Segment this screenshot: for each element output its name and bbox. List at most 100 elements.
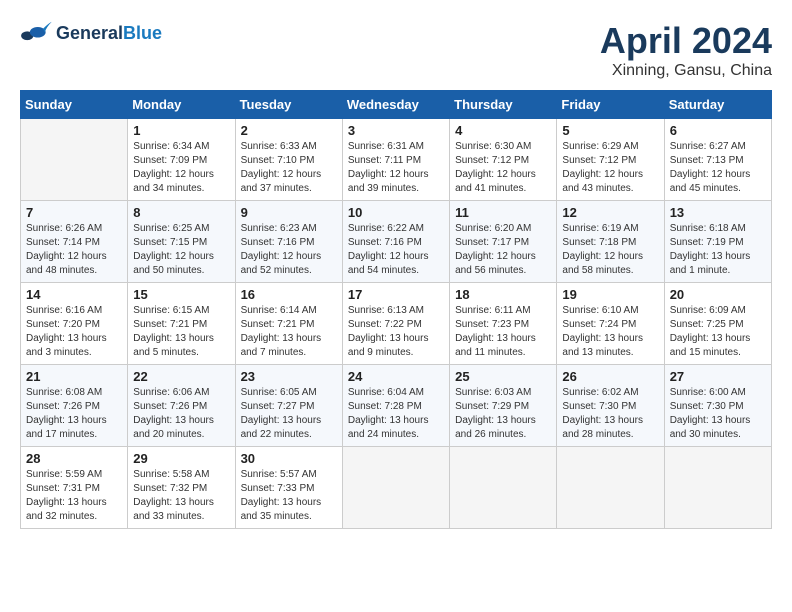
calendar-day: 18Sunrise: 6:11 AMSunset: 7:23 PMDayligh… [450,283,557,365]
day-info: Sunrise: 5:57 AMSunset: 7:33 PMDaylight:… [241,468,337,524]
calendar-day: 10Sunrise: 6:22 AMSunset: 7:16 PMDayligh… [342,201,449,283]
calendar-table: SundayMondayTuesdayWednesdayThursdayFrid… [20,90,772,529]
day-number: 28 [26,451,122,466]
calendar-day: 2 Sunrise: 6:33 AMSunset: 7:10 PMDaylight… [235,119,342,201]
day-number: 27 [670,369,766,384]
calendar-day: 15 Sunrise: 6:15 AMSunset: 7:21 PMDayligh… [128,283,235,365]
day-number: 24 [348,369,444,384]
weekday-header: Wednesday [342,91,449,119]
calendar-day: 30 Sunrise: 5:57 AMSunset: 7:33 PMDayligh… [235,447,342,529]
day-number: 25 [455,369,551,384]
calendar-day [664,447,771,529]
day-info: Sunrise: 6:29 AMSunset: 7:12 PMDaylight:… [562,140,658,196]
day-number: 2 [241,123,337,138]
calendar-day [342,447,449,529]
weekday-header: Monday [128,91,235,119]
day-number: 13 [670,205,766,220]
calendar-day: 7 Sunrise: 6:26 AMSunset: 7:14 PMDaylight… [21,201,128,283]
calendar-day [450,447,557,529]
calendar-header: SundayMondayTuesdayWednesdayThursdayFrid… [21,91,772,119]
weekday-header: Friday [557,91,664,119]
day-number: 15 [133,287,229,302]
day-number: 5 [562,123,658,138]
location-title: Xinning, Gansu, China [600,62,772,80]
calendar-week: 28 Sunrise: 5:59 AMSunset: 7:31 PMDayligh… [21,447,772,529]
weekday-header: Sunday [21,91,128,119]
day-info: Sunrise: 6:27 AMSunset: 7:13 PMDaylight:… [670,140,766,196]
calendar-day: 26Sunrise: 6:02 AMSunset: 7:30 PMDayligh… [557,365,664,447]
calendar-day: 23Sunrise: 6:05 AMSunset: 7:27 PMDayligh… [235,365,342,447]
calendar-day: 5 Sunrise: 6:29 AMSunset: 7:12 PMDaylight… [557,119,664,201]
logo-icon [20,20,52,48]
day-number: 12 [562,205,658,220]
day-number: 21 [26,369,122,384]
logo: GeneralBlue [20,20,162,48]
day-info: Sunrise: 6:13 AMSunset: 7:22 PMDaylight:… [348,304,444,360]
header-row: SundayMondayTuesdayWednesdayThursdayFrid… [21,91,772,119]
day-number: 8 [133,205,229,220]
weekday-header: Tuesday [235,91,342,119]
day-info: Sunrise: 6:05 AMSunset: 7:27 PMDaylight:… [241,386,337,442]
calendar-week: 7 Sunrise: 6:26 AMSunset: 7:14 PMDaylight… [21,201,772,283]
day-number: 7 [26,205,122,220]
day-info: Sunrise: 6:09 AMSunset: 7:25 PMDaylight:… [670,304,766,360]
day-info: Sunrise: 6:22 AMSunset: 7:16 PMDaylight:… [348,222,444,278]
day-info: Sunrise: 6:30 AMSunset: 7:12 PMDaylight:… [455,140,551,196]
calendar-day: 20 Sunrise: 6:09 AMSunset: 7:25 PMDayligh… [664,283,771,365]
day-info: Sunrise: 6:00 AMSunset: 7:30 PMDaylight:… [670,386,766,442]
day-info: Sunrise: 6:10 AMSunset: 7:24 PMDaylight:… [562,304,658,360]
day-number: 17 [348,287,444,302]
day-info: Sunrise: 6:26 AMSunset: 7:14 PMDaylight:… [26,222,122,278]
day-info: Sunrise: 6:25 AMSunset: 7:15 PMDaylight:… [133,222,229,278]
day-number: 6 [670,123,766,138]
day-number: 20 [670,287,766,302]
day-info: Sunrise: 6:04 AMSunset: 7:28 PMDaylight:… [348,386,444,442]
day-info: Sunrise: 6:02 AMSunset: 7:30 PMDaylight:… [562,386,658,442]
calendar-day: 8 Sunrise: 6:25 AMSunset: 7:15 PMDaylight… [128,201,235,283]
day-info: Sunrise: 6:19 AMSunset: 7:18 PMDaylight:… [562,222,658,278]
day-info: Sunrise: 6:03 AMSunset: 7:29 PMDaylight:… [455,386,551,442]
day-info: Sunrise: 5:58 AMSunset: 7:32 PMDaylight:… [133,468,229,524]
calendar-day: 16 Sunrise: 6:14 AMSunset: 7:21 PMDayligh… [235,283,342,365]
calendar-week: 14Sunrise: 6:16 AMSunset: 7:20 PMDayligh… [21,283,772,365]
day-info: Sunrise: 6:18 AMSunset: 7:19 PMDaylight:… [670,222,766,278]
day-info: Sunrise: 6:08 AMSunset: 7:26 PMDaylight:… [26,386,122,442]
day-number: 3 [348,123,444,138]
day-info: Sunrise: 6:14 AMSunset: 7:21 PMDaylight:… [241,304,337,360]
day-number: 11 [455,205,551,220]
day-number: 19 [562,287,658,302]
day-number: 4 [455,123,551,138]
title-area: April 2024 Xinning, Gansu, China [600,20,772,80]
calendar-day: 22 Sunrise: 6:06 AMSunset: 7:26 PMDayligh… [128,365,235,447]
day-info: Sunrise: 6:23 AMSunset: 7:16 PMDaylight:… [241,222,337,278]
calendar-day: 4 Sunrise: 6:30 AMSunset: 7:12 PMDaylight… [450,119,557,201]
calendar-day: 24 Sunrise: 6:04 AMSunset: 7:28 PMDayligh… [342,365,449,447]
day-info: Sunrise: 6:33 AMSunset: 7:10 PMDaylight:… [241,140,337,196]
month-title: April 2024 [600,20,772,62]
calendar-day [557,447,664,529]
calendar-day: 12 Sunrise: 6:19 AMSunset: 7:18 PMDayligh… [557,201,664,283]
calendar-day: 28 Sunrise: 5:59 AMSunset: 7:31 PMDayligh… [21,447,128,529]
day-number: 9 [241,205,337,220]
day-number: 18 [455,287,551,302]
day-number: 16 [241,287,337,302]
logo-text: GeneralBlue [56,24,162,44]
day-number: 14 [26,287,122,302]
calendar-day: 14Sunrise: 6:16 AMSunset: 7:20 PMDayligh… [21,283,128,365]
day-info: Sunrise: 5:59 AMSunset: 7:31 PMDaylight:… [26,468,122,524]
day-info: Sunrise: 6:06 AMSunset: 7:26 PMDaylight:… [133,386,229,442]
calendar-day: 25 Sunrise: 6:03 AMSunset: 7:29 PMDayligh… [450,365,557,447]
calendar-week: 21 Sunrise: 6:08 AMSunset: 7:26 PMDayligh… [21,365,772,447]
day-number: 30 [241,451,337,466]
day-number: 1 [133,123,229,138]
calendar-day: 27 Sunrise: 6:00 AMSunset: 7:30 PMDayligh… [664,365,771,447]
day-number: 22 [133,369,229,384]
day-info: Sunrise: 6:20 AMSunset: 7:17 PMDaylight:… [455,222,551,278]
weekday-header: Saturday [664,91,771,119]
calendar-day: 13 Sunrise: 6:18 AMSunset: 7:19 PMDayligh… [664,201,771,283]
calendar-day: 17 Sunrise: 6:13 AMSunset: 7:22 PMDayligh… [342,283,449,365]
calendar-day: 11 Sunrise: 6:20 AMSunset: 7:17 PMDayligh… [450,201,557,283]
calendar-day: 9 Sunrise: 6:23 AMSunset: 7:16 PMDaylight… [235,201,342,283]
calendar-day: 3Sunrise: 6:31 AMSunset: 7:11 PMDaylight… [342,119,449,201]
day-info: Sunrise: 6:15 AMSunset: 7:21 PMDaylight:… [133,304,229,360]
